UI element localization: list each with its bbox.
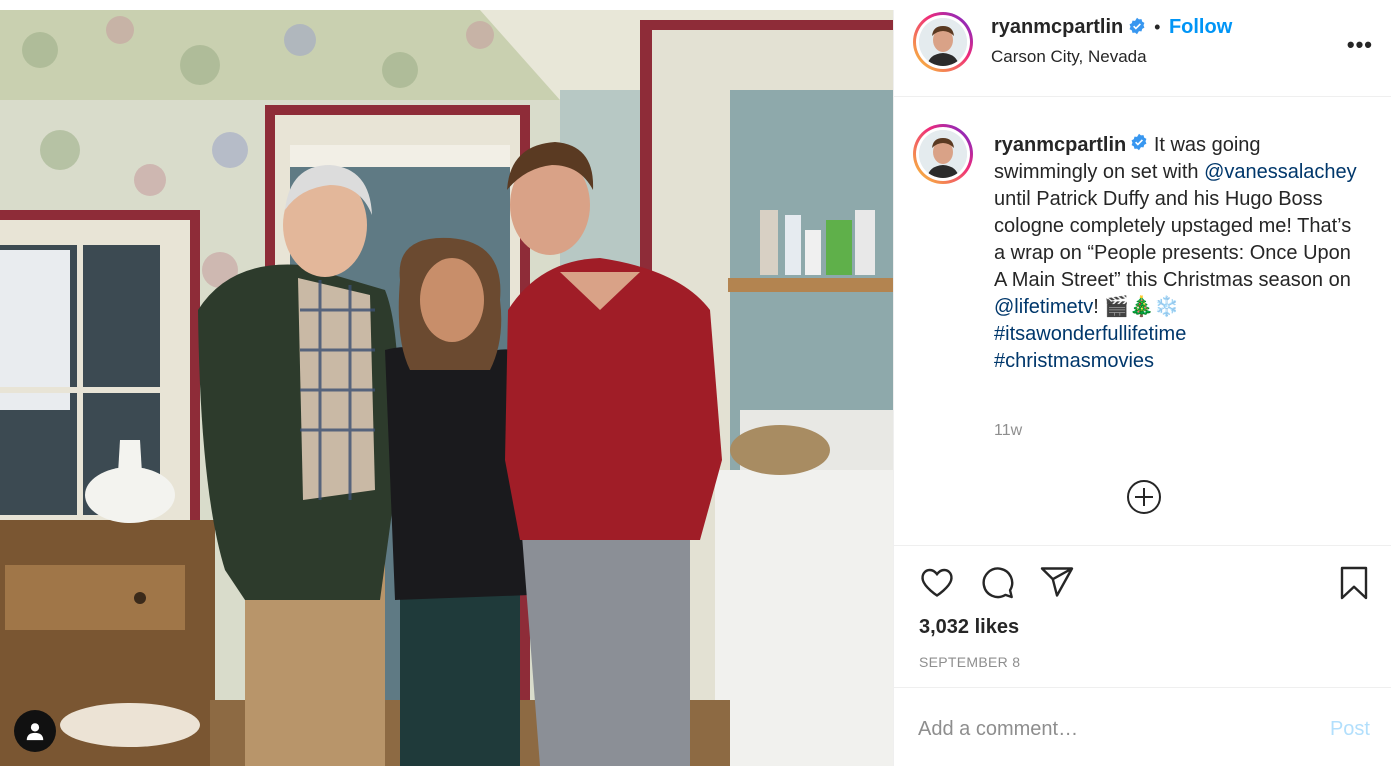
post-actions: 3,032 likes SEPTEMBER 8 xyxy=(894,545,1391,696)
more-options-button[interactable]: ••• xyxy=(1347,32,1373,58)
post-caption: ryanmcpartlin It was going swimmingly on… xyxy=(994,132,1364,375)
user-tag-icon xyxy=(26,723,44,741)
comment-input[interactable]: Add a comment… xyxy=(918,718,1078,741)
caption-text: ! 🎬🎄❄️ xyxy=(1093,296,1180,319)
paper-plane-icon xyxy=(1040,567,1074,597)
caption-text: until Patrick Duffy and his Hugo Boss co… xyxy=(994,188,1352,292)
post-comment-button[interactable]: Post xyxy=(1330,718,1370,741)
avatar[interactable] xyxy=(913,12,973,72)
plus-circle-icon xyxy=(1127,480,1161,514)
follow-button[interactable]: Follow xyxy=(1169,16,1232,38)
comment-button[interactable] xyxy=(978,564,1016,605)
top-divider xyxy=(0,0,1391,10)
caption-avatar[interactable] xyxy=(913,124,973,184)
hashtag-link[interactable]: #itsawonderfullifetime xyxy=(994,323,1186,345)
post-header: ryanmcpartlin • Follow Carson City, Neva… xyxy=(894,10,1391,97)
header-username[interactable]: ryanmcpartlin xyxy=(991,16,1123,38)
comment-icon xyxy=(982,567,1014,599)
heart-icon xyxy=(921,568,953,597)
post-photo[interactable] xyxy=(0,10,893,766)
likes-count[interactable]: 3,032 likes xyxy=(919,616,1019,639)
verified-badge-icon xyxy=(1128,17,1146,40)
post-details-panel: ryanmcpartlin • Follow Carson City, Neva… xyxy=(893,10,1391,766)
hashtag-link[interactable]: #christmasmovies xyxy=(994,350,1154,372)
comment-bar: Add a comment… Post xyxy=(894,687,1391,767)
verified-badge-icon xyxy=(1130,132,1148,159)
mention-link[interactable]: @vanessalachey xyxy=(1204,161,1357,183)
load-more-comments-button[interactable] xyxy=(1126,479,1162,520)
header-separator: • xyxy=(1154,17,1161,37)
share-button[interactable] xyxy=(1038,564,1076,605)
like-button[interactable] xyxy=(918,564,956,605)
save-button[interactable] xyxy=(1336,564,1372,607)
caption-username[interactable]: ryanmcpartlin xyxy=(994,134,1126,156)
caption-timestamp[interactable]: 11w xyxy=(994,422,1022,440)
location-link[interactable]: Carson City, Nevada xyxy=(991,47,1147,67)
tag-users-button[interactable] xyxy=(14,710,56,752)
mention-link[interactable]: @lifetimetv xyxy=(994,296,1093,318)
bookmark-icon xyxy=(1340,566,1368,600)
post-date[interactable]: SEPTEMBER 8 xyxy=(919,654,1020,670)
